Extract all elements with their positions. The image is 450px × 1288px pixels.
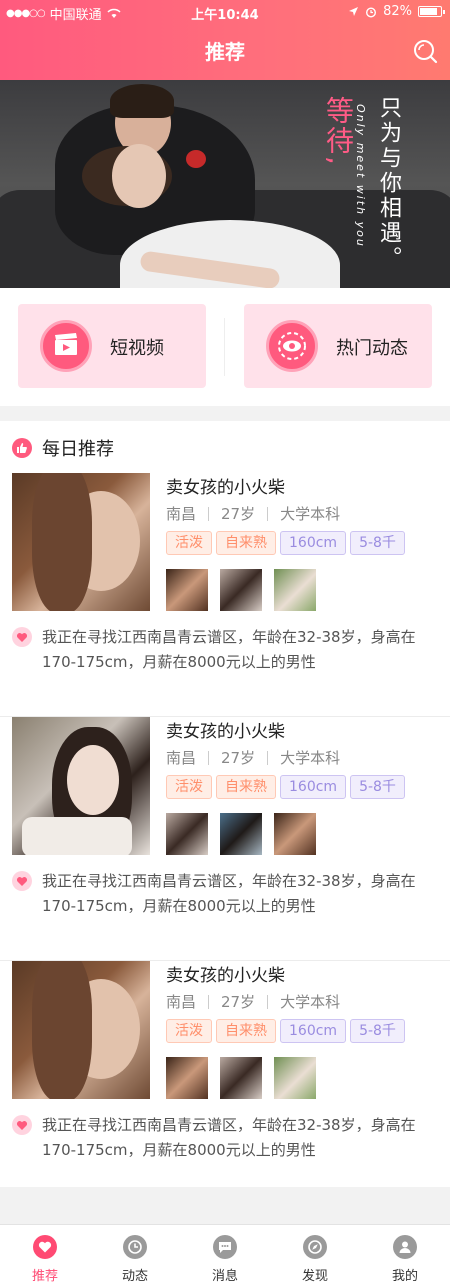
photo-thumbnails	[166, 813, 316, 855]
tag: 活泼	[166, 1019, 212, 1043]
short-video-button[interactable]: 短视频	[18, 304, 206, 388]
photo-thumbnail[interactable]	[166, 569, 208, 611]
heart-icon	[12, 871, 32, 891]
eye-target-icon	[266, 320, 318, 372]
user-name[interactable]: 卖女孩的小火柴	[166, 717, 285, 742]
tag: 160cm	[280, 1019, 347, 1043]
heart-icon	[12, 1115, 32, 1135]
banner-caption: 等待, Only meet with you 只为与你相遇。	[322, 96, 401, 271]
user-icon	[393, 1235, 417, 1259]
user-meta: 南昌 27岁 大学本科	[166, 993, 341, 1011]
photo-thumbnails	[166, 569, 316, 611]
tag: 自来熟	[216, 531, 276, 555]
recommend-card[interactable]: 卖女孩的小火柴 南昌 27岁 大学本科 活泼 自来熟 160cm 5-8千 我正…	[0, 717, 450, 961]
battery-percent: 82%	[383, 4, 412, 19]
daily-recommend-section: 每日推荐 卖女孩的小火柴 南昌 27岁 大学本科 活泼 自来熟 160cm 5-…	[0, 421, 450, 1187]
compass-icon	[303, 1235, 327, 1259]
tag: 活泼	[166, 531, 212, 555]
photo-thumbnail[interactable]	[166, 1057, 208, 1099]
tag-list: 活泼 自来熟 160cm 5-8千	[166, 775, 405, 799]
user-name[interactable]: 卖女孩的小火柴	[166, 961, 285, 986]
user-meta: 南昌 27岁 大学本科	[166, 749, 341, 767]
photo-thumbnail[interactable]	[166, 813, 208, 855]
tag: 活泼	[166, 775, 212, 799]
chat-icon	[213, 1235, 237, 1259]
tag: 160cm	[280, 531, 347, 555]
tab-messages[interactable]: 消息	[180, 1225, 270, 1288]
tag-list: 活泼 自来熟 160cm 5-8千	[166, 531, 405, 555]
divider	[224, 318, 225, 376]
thumbs-up-icon	[12, 438, 32, 458]
hot-feed-button[interactable]: 热门动态	[244, 304, 432, 388]
tag: 5-8千	[350, 531, 405, 555]
banner-photo-bride	[112, 144, 166, 208]
photo-thumbnail[interactable]	[220, 569, 262, 611]
tab-recommend[interactable]: 推荐	[0, 1225, 90, 1288]
profile-photo[interactable]	[12, 961, 150, 1099]
tab-feed[interactable]: 动态	[90, 1225, 180, 1288]
photo-thumbnails	[166, 1057, 316, 1099]
tag: 5-8千	[350, 775, 405, 799]
heart-icon	[12, 627, 32, 647]
alarm-icon	[366, 6, 377, 18]
tab-profile[interactable]: 我的	[360, 1225, 450, 1288]
header: ●●●○○ 中国联通 上午10:44 82% 推荐	[0, 0, 450, 80]
photo-thumbnail[interactable]	[274, 813, 316, 855]
profile-photo[interactable]	[12, 473, 150, 611]
battery-icon	[418, 6, 445, 17]
tag: 自来熟	[216, 775, 276, 799]
clock-icon	[123, 1235, 147, 1259]
photo-thumbnail[interactable]	[220, 813, 262, 855]
quick-entries: 短视频 热门动态	[0, 288, 450, 406]
tab-bar: 推荐 动态 消息 发现 我的	[0, 1224, 450, 1288]
rose-icon	[186, 150, 206, 168]
banner[interactable]: 等待, Only meet with you 只为与你相遇。	[0, 80, 450, 288]
recommend-card[interactable]: 卖女孩的小火柴 南昌 27岁 大学本科 活泼 自来熟 160cm 5-8千 我正…	[0, 473, 450, 717]
recommend-card[interactable]: 卖女孩的小火柴 南昌 27岁 大学本科 活泼 自来熟 160cm 5-8千 我正…	[0, 961, 450, 1205]
heart-icon	[33, 1235, 57, 1259]
tag: 5-8千	[350, 1019, 405, 1043]
user-meta: 南昌 27岁 大学本科	[166, 505, 341, 523]
page-title: 推荐	[205, 40, 245, 64]
status-bar: ●●●○○ 中国联通 上午10:44 82%	[0, 0, 450, 24]
photo-thumbnail[interactable]	[220, 1057, 262, 1099]
location-arrow-icon	[349, 7, 359, 16]
user-name[interactable]: 卖女孩的小火柴	[166, 473, 285, 498]
video-clapper-icon	[40, 320, 92, 372]
tag-list: 活泼 自来熟 160cm 5-8千	[166, 1019, 405, 1043]
profile-photo[interactable]	[12, 717, 150, 855]
search-icon[interactable]	[412, 38, 438, 64]
photo-thumbnail[interactable]	[274, 1057, 316, 1099]
tag: 160cm	[280, 775, 347, 799]
section-title: 每日推荐	[42, 439, 114, 460]
tag: 自来熟	[216, 1019, 276, 1043]
tab-discover[interactable]: 发现	[270, 1225, 360, 1288]
photo-thumbnail[interactable]	[274, 569, 316, 611]
